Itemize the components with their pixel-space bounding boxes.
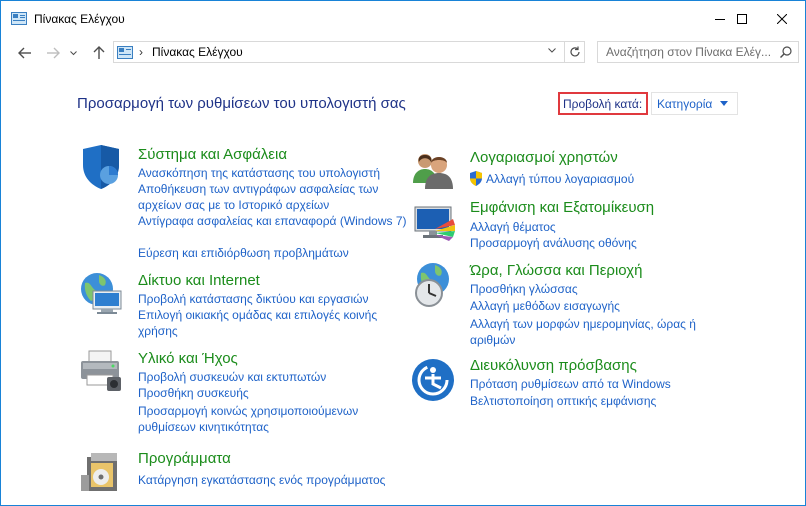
navigation-bar: › Πίνακας Ελέγχου xyxy=(1,37,805,69)
link-optimize-visual-display[interactable]: Βελτιστοποίηση οπτικής εμφάνισης xyxy=(470,393,720,409)
programs-icon[interactable] xyxy=(77,447,125,495)
link-backup-restore[interactable]: Αντίγραφα ασφαλείας και επαναφορά (Windo… xyxy=(138,213,408,229)
category-title[interactable]: Διευκόλυνση πρόσβασης xyxy=(470,357,637,374)
category-title[interactable]: Λογαριασμοί χρηστών xyxy=(470,149,618,166)
user-accounts-icon[interactable] xyxy=(409,147,457,195)
link-input-methods[interactable]: Αλλαγή μεθόδων εισαγωγής xyxy=(470,298,720,314)
close-icon xyxy=(777,14,787,24)
dropdown-arrow-icon xyxy=(720,101,728,106)
appearance-monitor-icon[interactable] xyxy=(409,199,457,247)
link-date-time-formats[interactable]: Αλλαγή των μορφών ημερομηνίας, ώρας ή αρ… xyxy=(470,316,720,348)
up-button[interactable] xyxy=(89,43,109,63)
link-homegroup[interactable]: Επιλογή οικιακής ομάδας και επιλογές κοι… xyxy=(138,307,408,339)
link-network-status[interactable]: Προβολή κατάστασης δικτύου και εργασιών xyxy=(138,291,408,307)
ease-of-access-icon[interactable] xyxy=(409,356,457,404)
link-windows-suggestions[interactable]: Πρόταση ρυθμίσεων από τα Windows xyxy=(470,376,720,392)
back-button[interactable] xyxy=(15,43,35,63)
control-panel-window: Πίνακας Ελέγχου › Πίνακας Ελέγχου Αναζήτ… xyxy=(0,0,806,506)
clock-globe-icon[interactable] xyxy=(409,261,457,309)
view-by-dropdown[interactable]: Κατηγορία xyxy=(651,92,738,115)
link-troubleshoot[interactable]: Εύρεση και επιδιόρθωση προβλημάτων xyxy=(138,245,408,261)
category-clock-language-region: Ώρα, Γλώσσα και Περιοχή Προσθήκη γλώσσας… xyxy=(409,261,729,351)
address-bar[interactable]: › Πίνακας Ελέγχου xyxy=(113,41,585,63)
view-by-label: Προβολή κατά: xyxy=(563,97,643,111)
uac-shield-icon xyxy=(470,171,482,186)
control-panel-icon xyxy=(11,12,27,25)
link-change-account-type[interactable]: Αλλαγή τύπου λογαριασμού xyxy=(486,171,726,187)
category-appearance: Εμφάνιση και Εξατομίκευση Αλλαγή θέματος… xyxy=(409,199,729,255)
category-title[interactable]: Εμφάνιση και Εξατομίκευση xyxy=(470,199,654,216)
link-devices-printers[interactable]: Προβολή συσκευών και εκτυπωτών xyxy=(138,369,408,385)
category-programs: Προγράμματα Κατάργηση εγκατάστασης ενός … xyxy=(77,447,407,497)
shield-icon[interactable] xyxy=(77,143,125,191)
network-globe-icon[interactable] xyxy=(77,269,125,317)
category-title[interactable]: Ώρα, Γλώσσα και Περιοχή xyxy=(470,262,642,279)
category-title[interactable]: Σύστημα και Ασφάλεια xyxy=(138,146,287,163)
link-review-status[interactable]: Ανασκόπηση της κατάστασης του υπολογιστή xyxy=(138,165,408,181)
category-title[interactable]: Προγράμματα xyxy=(138,450,231,467)
refresh-icon xyxy=(570,46,580,57)
refresh-button[interactable] xyxy=(564,42,585,62)
back-arrow-icon xyxy=(18,47,31,59)
category-network-internet: Δίκτυο και Internet Προβολή κατάστασης δ… xyxy=(77,269,407,339)
link-file-history[interactable]: Αποθήκευση των αντιγράφων ασφαλείας των … xyxy=(138,181,408,213)
link-mobility-settings[interactable]: Προσαρμογή κοινώς χρησιμοποιούμενων ρυθμ… xyxy=(138,403,408,435)
title-bar[interactable]: Πίνακας Ελέγχου xyxy=(1,1,805,37)
view-by-value: Κατηγορία xyxy=(657,97,713,111)
window-title: Πίνακας Ελέγχου xyxy=(34,12,125,26)
category-hardware-sound: Υλικό και Ήχος Προβολή συσκευών και εκτυ… xyxy=(77,347,407,437)
category-system-security: Σύστημα και Ασφάλεια Ανασκόπηση της κατά… xyxy=(77,143,407,263)
category-title[interactable]: Δίκτυο και Internet xyxy=(138,272,260,289)
link-screen-resolution[interactable]: Προσαρμογή ανάλυσης οθόνης xyxy=(470,235,720,251)
page-title: Προσαρμογή των ρυθμίσεων του υπολογιστή … xyxy=(77,95,406,112)
forward-button[interactable] xyxy=(43,43,63,63)
breadcrumb[interactable]: Πίνακας Ελέγχου xyxy=(152,45,243,59)
category-ease-of-access: Διευκόλυνση πρόσβασης Πρόταση ρυθμίσεων … xyxy=(409,356,729,412)
view-by-label-box: Προβολή κατά: xyxy=(558,92,648,115)
up-arrow-icon xyxy=(93,46,105,59)
chevron-down-icon xyxy=(69,50,77,55)
chevron-down-icon[interactable] xyxy=(548,48,556,53)
control-panel-icon xyxy=(117,46,133,59)
category-user-accounts: Λογαριασμοί χρηστών Αλλαγή τύπου λογαρια… xyxy=(409,147,729,193)
category-title[interactable]: Υλικό και Ήχος xyxy=(138,350,238,367)
link-change-theme[interactable]: Αλλαγή θέματος xyxy=(470,219,720,235)
link-add-device[interactable]: Προσθήκη συσκευής xyxy=(138,385,408,401)
maximize-icon xyxy=(737,14,747,24)
link-uninstall-program[interactable]: Κατάργηση εγκατάστασης ενός προγράμματος xyxy=(138,472,418,488)
search-input[interactable] xyxy=(598,42,784,62)
close-button[interactable] xyxy=(759,1,805,37)
search-box[interactable] xyxy=(597,41,799,63)
forward-arrow-icon xyxy=(47,47,60,59)
breadcrumb-separator-icon: › xyxy=(139,45,143,59)
search-icon[interactable] xyxy=(780,46,792,58)
printer-icon[interactable] xyxy=(77,347,125,395)
link-add-language[interactable]: Προσθήκη γλώσσας xyxy=(470,281,720,297)
recent-locations-button[interactable] xyxy=(67,43,79,63)
